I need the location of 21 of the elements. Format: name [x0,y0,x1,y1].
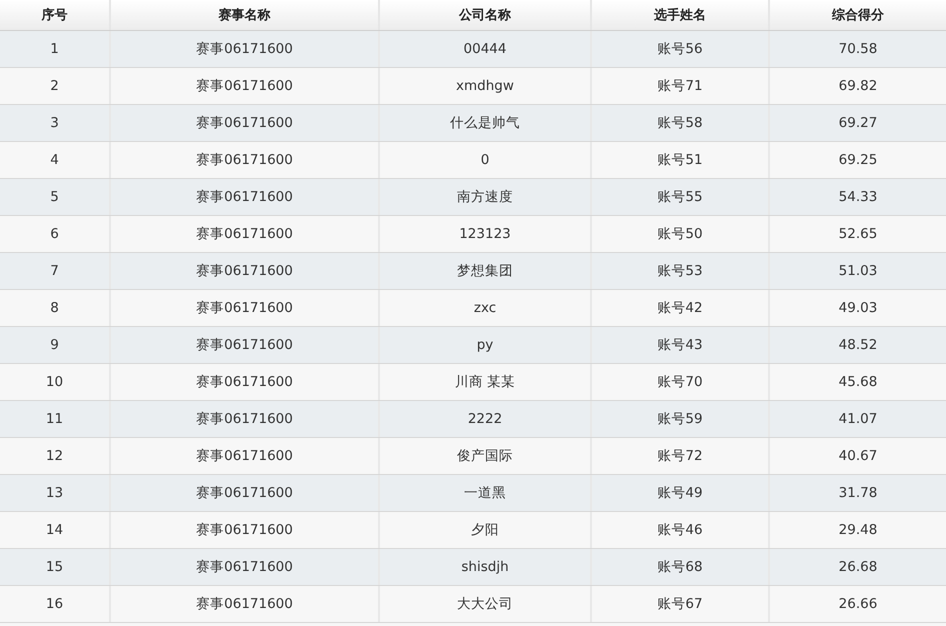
table-cell-text: 9 [49,336,60,355]
table-cell: 26.66 [768,586,946,622]
column-header: 序号 [40,6,68,25]
table-cell-text: 1 [49,40,60,59]
table-cell-text: 10 [44,373,64,392]
table-cell-text: 3 [49,114,60,133]
table-cell-text: 7 [49,262,60,281]
table-cell-text: 8 [49,299,60,318]
table-cell-text: 6 [49,225,60,244]
table-cell-text: 16 [44,595,64,614]
table-cell-text: 5 [49,188,60,207]
table-cell-text: 13 [44,484,64,503]
table-cell-text: 15 [44,558,64,577]
table-cell: 大大公司 [378,586,590,622]
table-cell-text: 12 [44,447,64,466]
table-cell-text: 2 [49,77,60,96]
table-cell: 赛事06171600 [109,586,378,622]
table-cell: 账号67 [590,586,768,622]
table-cell-text: 4 [49,151,60,170]
table-cell-text: 14 [44,521,64,540]
table-cell-text: 11 [44,410,64,429]
